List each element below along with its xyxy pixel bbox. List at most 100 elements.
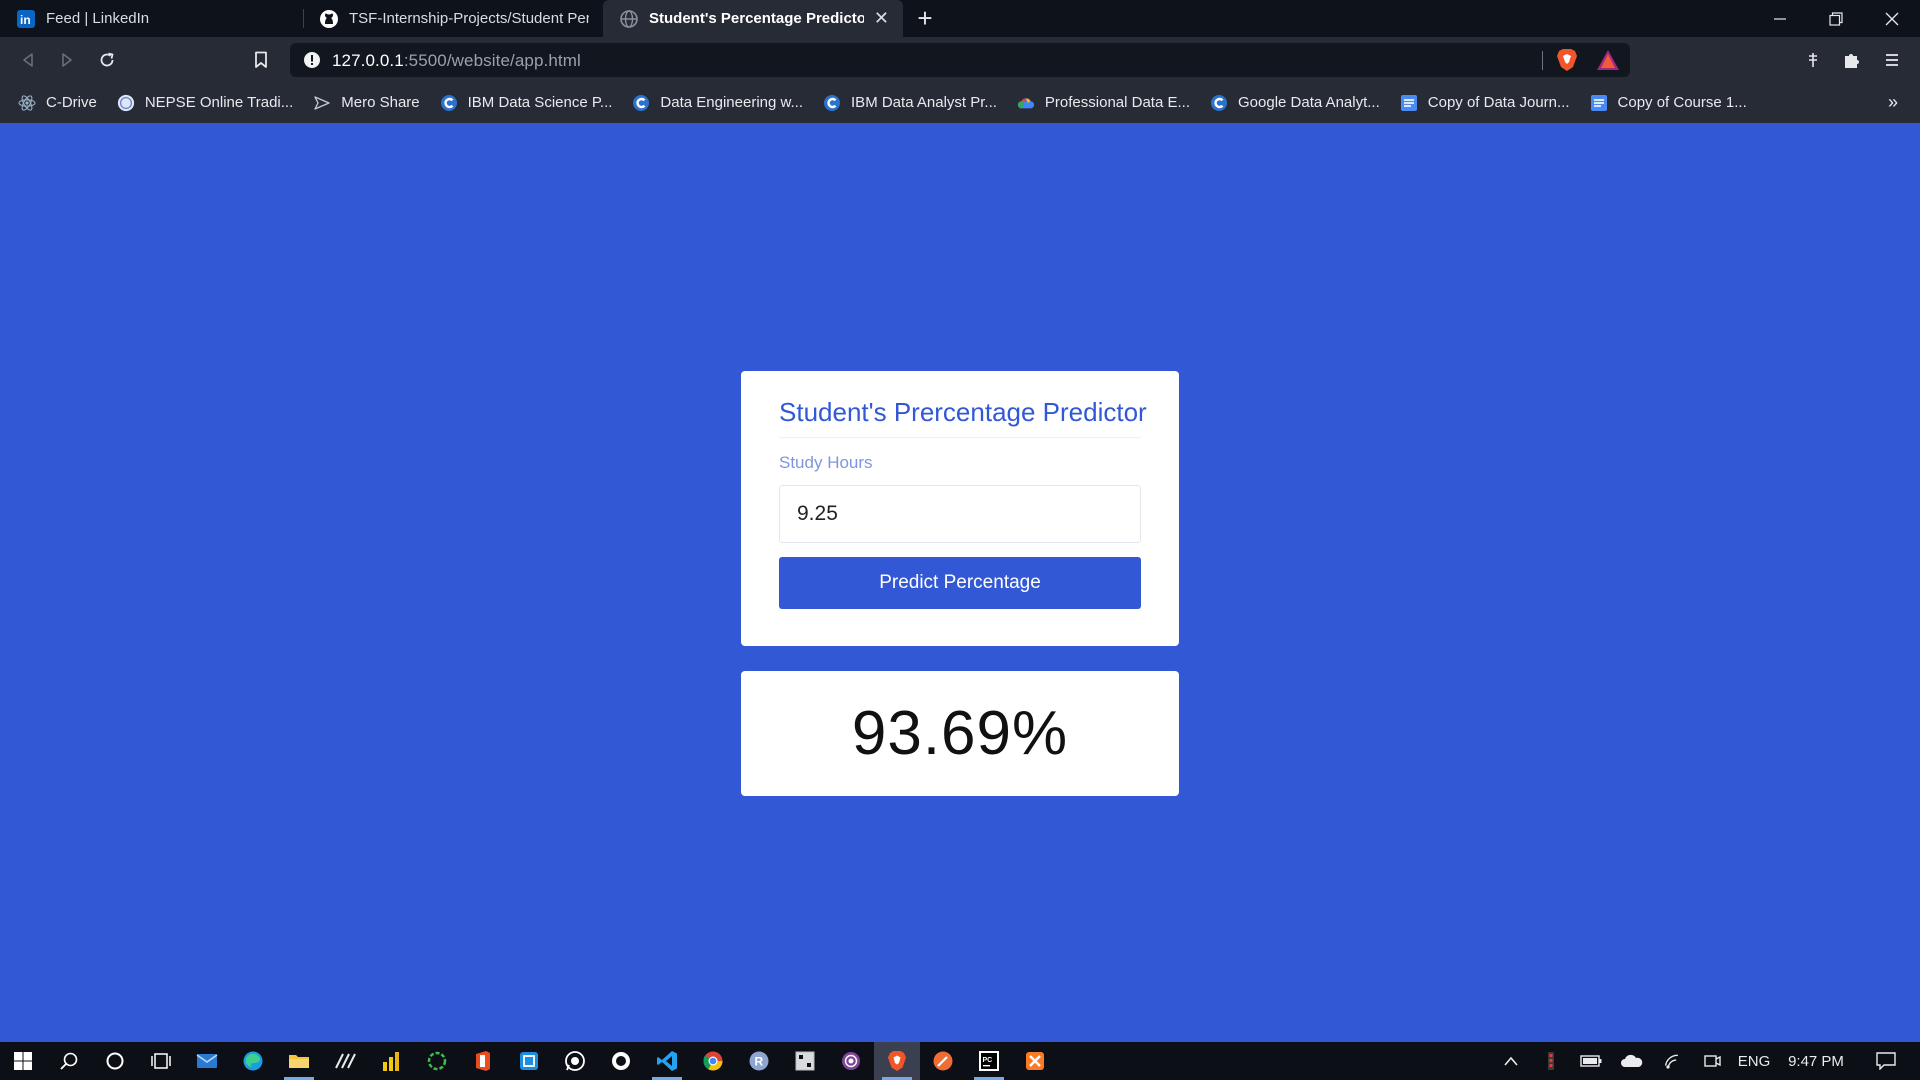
app-icon[interactable] (782, 1042, 828, 1080)
coursera-icon (440, 94, 458, 112)
bookmark-label: IBM Data Analyst Pr... (851, 94, 997, 111)
power-bi-icon[interactable] (368, 1042, 414, 1080)
onedrive-icon[interactable] (1618, 1042, 1646, 1080)
tab-linkedin[interactable]: in Feed | LinkedIn (0, 0, 303, 37)
github-icon (319, 9, 339, 29)
more-bookmarks-icon[interactable]: » (1888, 92, 1898, 113)
google-docs-icon (1590, 94, 1608, 112)
bookmark-google-data-analytics[interactable]: Google Data Analyt... (1210, 94, 1380, 112)
bookmark-label: C-Drive (46, 94, 97, 111)
bookmark-label: NEPSE Online Tradi... (144, 94, 294, 111)
bookmark-copy-course[interactable]: Copy of Course 1... (1590, 94, 1747, 112)
svg-text:in: in (20, 13, 31, 27)
bookmark-copy-data-journal[interactable]: Copy of Data Journ... (1400, 94, 1570, 112)
tor-icon[interactable] (828, 1042, 874, 1080)
title-divider (779, 437, 1141, 438)
restore-icon[interactable] (1808, 0, 1864, 37)
google-docs-icon (1400, 94, 1418, 112)
bookmarks-bar: C-Drive NEPSE Online Tradi... Mero Share… (0, 82, 1920, 123)
tab-title: Feed | LinkedIn (46, 10, 150, 27)
task-view-icon[interactable] (138, 1042, 184, 1080)
edge-icon[interactable] (230, 1042, 276, 1080)
tab-student-predictor[interactable]: Student's Percentage Predictor ✕ (603, 0, 903, 37)
office-icon[interactable] (460, 1042, 506, 1080)
cortana-icon[interactable] (92, 1042, 138, 1080)
reload-icon[interactable] (94, 47, 120, 73)
vscode-icon[interactable] (644, 1042, 690, 1080)
globe-icon (619, 9, 639, 29)
tray-app-icon[interactable] (1540, 1042, 1562, 1080)
brave-shields-icon[interactable] (1556, 48, 1578, 77)
bookmark-data-engineering[interactable]: Data Engineering w... (632, 94, 803, 112)
pycharm-icon[interactable]: PC (966, 1042, 1012, 1080)
tab-strip: in Feed | LinkedIn TSF-Internship-Projec… (0, 0, 1920, 37)
bookmark-professional-data-engineer[interactable]: Professional Data E... (1017, 94, 1190, 112)
page-title: Student's Prercentage Predictor (779, 397, 1147, 427)
url-host: 127.0.0.1 (332, 51, 404, 70)
extensions-puzzle-icon[interactable] (1839, 47, 1865, 73)
bookmark-mero-share[interactable]: Mero Share (313, 94, 420, 112)
notification-icon[interactable] (1866, 1042, 1906, 1080)
extension-icon[interactable] (1800, 47, 1826, 73)
address-bar[interactable]: 127.0.0.1:5500/website/app.html (290, 43, 1630, 77)
bookmark-ibm-data-science[interactable]: IBM Data Science P... (440, 94, 613, 112)
brave-rewards-icon[interactable] (1596, 49, 1620, 76)
chevron-up-icon[interactable] (1498, 1042, 1524, 1080)
predict-percentage-button[interactable]: Predict Percentage (779, 557, 1141, 609)
bookmark-icon[interactable] (248, 47, 274, 73)
nepse-icon (117, 94, 135, 112)
minimize-icon[interactable] (1752, 0, 1808, 37)
url-text: 127.0.0.1:5500/website/app.html (332, 51, 581, 71)
menu-icon[interactable] (1879, 47, 1905, 73)
bookmark-label: Data Engineering w... (660, 94, 804, 111)
study-hours-input[interactable] (779, 485, 1141, 543)
app-icon[interactable] (506, 1042, 552, 1080)
volume-icon[interactable] (1700, 1042, 1726, 1080)
close-tab-icon[interactable]: ✕ (874, 8, 889, 29)
bookmark-label: Professional Data E... (1044, 94, 1190, 111)
close-window-icon[interactable] (1864, 0, 1920, 37)
language-indicator[interactable]: ENG (1732, 1042, 1776, 1080)
google-cloud-icon (1017, 94, 1035, 112)
tab-title: Student's Percentage Predictor (649, 10, 864, 27)
bookmark-c-drive[interactable]: C-Drive (18, 94, 97, 112)
predicted-percentage: 93.69% (851, 699, 1069, 768)
bookmark-nepse[interactable]: NEPSE Online Tradi... (117, 94, 293, 112)
bookmark-ibm-data-analyst[interactable]: IBM Data Analyst Pr... (823, 94, 997, 112)
new-tab-button[interactable]: + (903, 0, 947, 37)
forward-icon[interactable] (54, 47, 80, 73)
bookmark-label: IBM Data Science P... (467, 94, 613, 111)
react-icon (18, 94, 36, 112)
wifi-icon[interactable] (1660, 1042, 1686, 1080)
coursera-icon (1210, 94, 1228, 112)
windows-taskbar: R PC ENG 9:47 PM (0, 1042, 1920, 1080)
coursera-icon (632, 94, 650, 112)
mail-icon[interactable] (184, 1042, 230, 1080)
r-icon[interactable]: R (736, 1042, 782, 1080)
app-icon[interactable] (598, 1042, 644, 1080)
tab-github[interactable]: TSF-Internship-Projects/Student Perce (303, 0, 603, 37)
svg-text:R: R (755, 1055, 764, 1069)
battery-icon[interactable] (1578, 1042, 1604, 1080)
loading-app-icon[interactable] (414, 1042, 460, 1080)
postman-icon[interactable] (920, 1042, 966, 1080)
info-icon[interactable] (303, 51, 321, 74)
predictor-form-card: Student's Prercentage Predictor Study Ho… (741, 371, 1179, 646)
url-path: :5500/website/app.html (403, 51, 581, 70)
xampp-icon[interactable] (1012, 1042, 1058, 1080)
search-icon[interactable] (46, 1042, 92, 1080)
start-icon[interactable] (0, 1042, 46, 1080)
file-explorer-icon[interactable] (276, 1042, 322, 1080)
app-icon[interactable] (322, 1042, 368, 1080)
back-icon[interactable] (15, 47, 41, 73)
bookmark-label: Copy of Data Journ... (1427, 94, 1570, 111)
brave-icon[interactable] (874, 1042, 920, 1080)
study-hours-label: Study Hours (779, 453, 873, 472)
coursera-icon (823, 94, 841, 112)
bookmark-label: Copy of Course 1... (1617, 94, 1747, 111)
clock[interactable]: 9:47 PM (1780, 1042, 1852, 1080)
linkedin-icon: in (16, 9, 36, 29)
chrome-icon[interactable] (690, 1042, 736, 1080)
tab-title: TSF-Internship-Projects/Student Perce (349, 10, 589, 27)
whatsapp-icon[interactable] (552, 1042, 598, 1080)
